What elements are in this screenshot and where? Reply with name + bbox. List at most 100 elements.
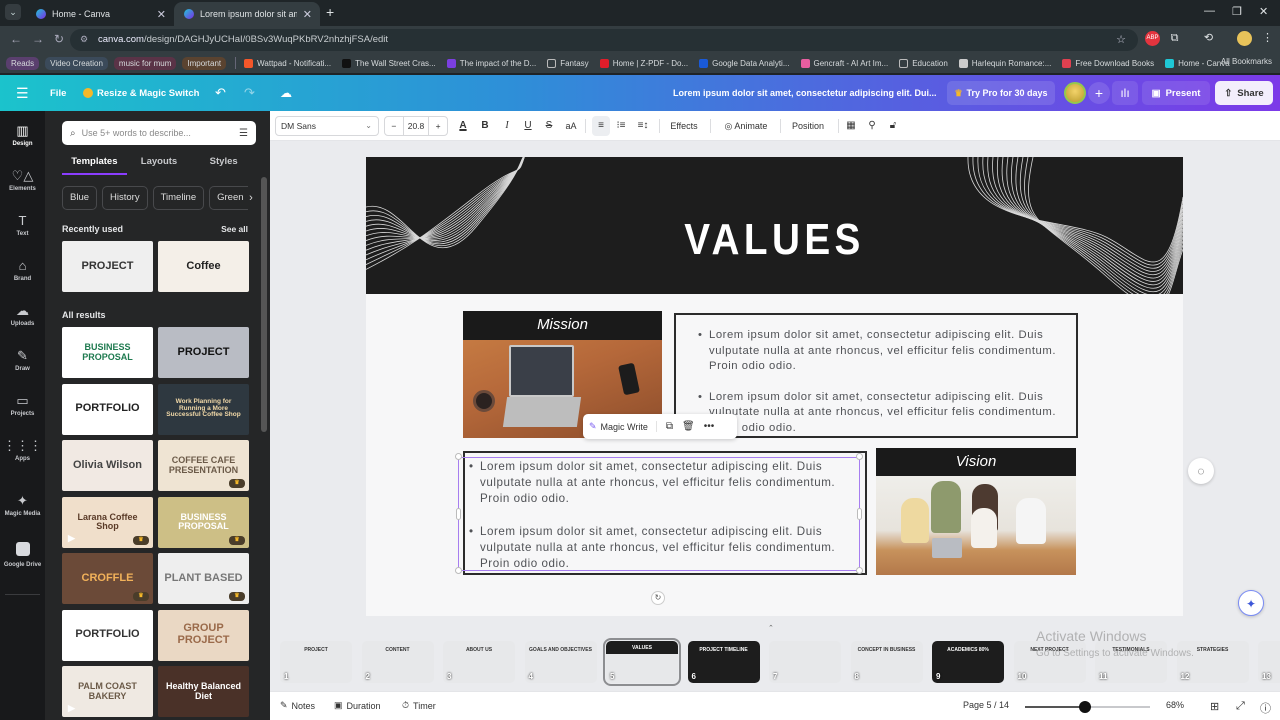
share-button[interactable]: ⇧ Share [1215, 81, 1273, 105]
template-result-thumb[interactable]: CROFFLE ♛ [62, 553, 153, 604]
zoom-slider-knob[interactable] [1079, 701, 1091, 713]
bookmark-item[interactable]: Fantasy [547, 58, 589, 68]
decrease-font-size-button[interactable]: − [385, 117, 403, 135]
bold-icon[interactable]: B [478, 116, 492, 136]
more-options-icon[interactable]: ••• [704, 421, 715, 432]
bookmark-item[interactable]: Free Download Books [1062, 58, 1154, 68]
rail-item-projects[interactable]: ▭ Projects [0, 389, 45, 429]
page-thumbnail[interactable]: GOALS AND OBJECTIVES 4 [524, 641, 597, 683]
tab-search-button[interactable]: ⌄ [5, 4, 21, 20]
page-indicator[interactable]: Page 5 / 14 [963, 700, 1009, 710]
transparency-icon[interactable]: ▦ [844, 116, 858, 136]
browser-menu-icon[interactable]: ⋮ [1260, 31, 1275, 46]
template-result-thumb[interactable]: COFFEE CAFE PRESENTATION ♛ [158, 440, 249, 491]
duplicate-icon[interactable]: ⧉ [666, 421, 673, 432]
bookmark-item[interactable]: Harlequin Romance:... [958, 58, 1051, 68]
underline-icon[interactable]: U [521, 116, 535, 136]
page-thumbnail[interactable]: CONCEPT IN BUSINESS 8 [850, 641, 923, 683]
document-title[interactable]: Lorem ipsum dolor sit amet, consectetur … [673, 75, 937, 111]
template-result-thumb[interactable]: Larana Coffee Shop ♛ ▶ [62, 496, 153, 548]
close-tab-icon[interactable]: ✕ [303, 8, 312, 21]
selection-frame[interactable] [458, 457, 860, 571]
see-all-link[interactable]: See all [221, 224, 248, 234]
text-color-icon[interactable]: A [456, 116, 470, 136]
bookmark-item[interactable]: Google Data Analyti... [699, 58, 790, 68]
template-result-thumb[interactable]: PALM COAST BAKERY ▶ [62, 666, 153, 717]
page-thumbnail[interactable]: PROJECT TIMELINE 6 [687, 641, 760, 683]
filter-icon[interactable]: ☰ [239, 128, 248, 139]
vision-photo[interactable] [876, 476, 1076, 575]
resize-handle[interactable] [455, 453, 462, 460]
undo-icon[interactable]: ↶ [215, 75, 226, 111]
profile-avatar[interactable] [1237, 31, 1252, 46]
template-result-thumb[interactable]: BUSINESS PROPOSAL ♛ [158, 496, 249, 548]
user-avatar[interactable] [1064, 82, 1086, 104]
magic-write-button[interactable]: ✎ Magic Write [589, 421, 657, 432]
page-thumbnail[interactable]: CONTENT 2 [361, 641, 434, 683]
resize-handle[interactable] [455, 567, 462, 574]
increase-font-size-button[interactable]: + [429, 117, 447, 135]
restore-icon[interactable]: ❐ [1232, 5, 1242, 18]
align-left-icon[interactable]: ≡ [592, 116, 610, 136]
copy-style-icon[interactable]: ⚲ [865, 116, 879, 136]
bookmark-star-icon[interactable]: ☆ [1116, 33, 1126, 46]
bookmark-item[interactable]: Education [899, 58, 948, 68]
grid-view-icon[interactable]: ⊞ [1210, 700, 1219, 713]
invite-button[interactable]: + [1088, 82, 1110, 104]
bookmark-item[interactable]: Home | Z-PDF - Do... [599, 58, 688, 68]
page-thumbnail[interactable]: 7 [769, 641, 841, 683]
duration-button[interactable]: ▣ Duration [334, 700, 381, 711]
slide-title[interactable]: VALUES [415, 215, 1134, 265]
template-result-thumb[interactable]: Work Planning for Running a More Success… [158, 383, 249, 435]
browser-tab-home-canva[interactable]: Home - Canva ✕ [26, 2, 174, 26]
rail-item-magic-media[interactable]: ✦ Magic Media [0, 489, 45, 529]
rotate-handle[interactable]: ↻ [651, 591, 665, 605]
vision-label[interactable]: Vision [876, 448, 1076, 477]
bookmark-item[interactable]: Gencraft - AI Art Im... [800, 58, 888, 68]
rail-item-design[interactable]: ▥ Design [0, 119, 45, 159]
effects-button[interactable]: Effects [666, 116, 702, 136]
bookmark-pill[interactable]: music for mum [113, 56, 177, 70]
template-result-thumb[interactable]: PORTFOLIO [62, 609, 153, 661]
resize-handle[interactable] [856, 567, 863, 574]
font-size-input[interactable]: 20.8 [402, 117, 430, 135]
chip-history[interactable]: History [102, 186, 148, 210]
insights-icon[interactable]: ılı [1112, 81, 1138, 105]
page-thumbnail[interactable]: ACADEMICS 80% 9 [932, 641, 1004, 683]
rail-item-text[interactable]: T Text [0, 209, 45, 249]
panel-scrollbar[interactable] [261, 177, 267, 432]
template-search-input[interactable]: ⌕ Use 5+ words to describe... ☰ [62, 121, 256, 145]
italic-icon[interactable]: I [500, 116, 514, 136]
bookmark-item[interactable]: The impact of the D... [446, 58, 536, 68]
reload-icon[interactable]: ↻ [54, 32, 64, 46]
template-result-thumb[interactable]: PLANT BASED ♛ [158, 553, 249, 604]
tab-templates[interactable]: Templates [62, 151, 127, 175]
comment-add-icon[interactable]: ◌ [1188, 458, 1214, 484]
page-thumbnail[interactable]: VALUES 5 [603, 638, 681, 686]
help-icon[interactable]: ⓘ [1260, 700, 1271, 716]
bookmark-item[interactable]: The Wall Street Cras... [342, 58, 436, 68]
page-thumbnail[interactable]: PROJECT 1 [280, 641, 352, 683]
fullscreen-icon[interactable]: ⤢ [1236, 700, 1245, 713]
address-bar[interactable]: ⚙ canva.com/design/DAGHJyUCHaI/0BSv3WuqP… [70, 29, 1138, 51]
file-menu[interactable]: File [50, 75, 66, 111]
bookmark-pill[interactable]: Important [182, 56, 227, 70]
chip-timeline[interactable]: Timeline [152, 186, 205, 210]
redo-icon[interactable]: ↷ [244, 75, 255, 111]
bookmark-item[interactable]: Wattpad - Notificati... [244, 58, 331, 68]
template-result-thumb[interactable]: GROUP PROJECT [158, 609, 249, 661]
resize-magic-switch-button[interactable]: Resize & Magic Switch [83, 75, 199, 111]
rail-item-google-drive[interactable]: Google Drive [0, 534, 45, 574]
close-window-icon[interactable]: ✕ [1259, 5, 1268, 18]
rail-item-brand[interactable]: ⌂ Brand [0, 254, 45, 294]
notes-button[interactable]: ✎ Notes [280, 700, 315, 711]
letter-case-icon[interactable]: aA [563, 116, 579, 136]
magic-assistant-icon[interactable]: ✦ [1238, 590, 1264, 616]
page-thumbnail[interactable]: ABOUT US 3 [443, 641, 515, 683]
rail-item-draw[interactable]: ✎ Draw [0, 344, 45, 384]
present-button[interactable]: ▣ Present [1142, 81, 1210, 105]
delete-icon[interactable]: 🗑︎ [682, 421, 695, 432]
tab-styles[interactable]: Styles [191, 151, 256, 175]
browser-tab-active[interactable]: Lorem ipsum dolor sit amet, co ✕ [174, 2, 320, 26]
mission-label[interactable]: Mission [463, 311, 662, 340]
